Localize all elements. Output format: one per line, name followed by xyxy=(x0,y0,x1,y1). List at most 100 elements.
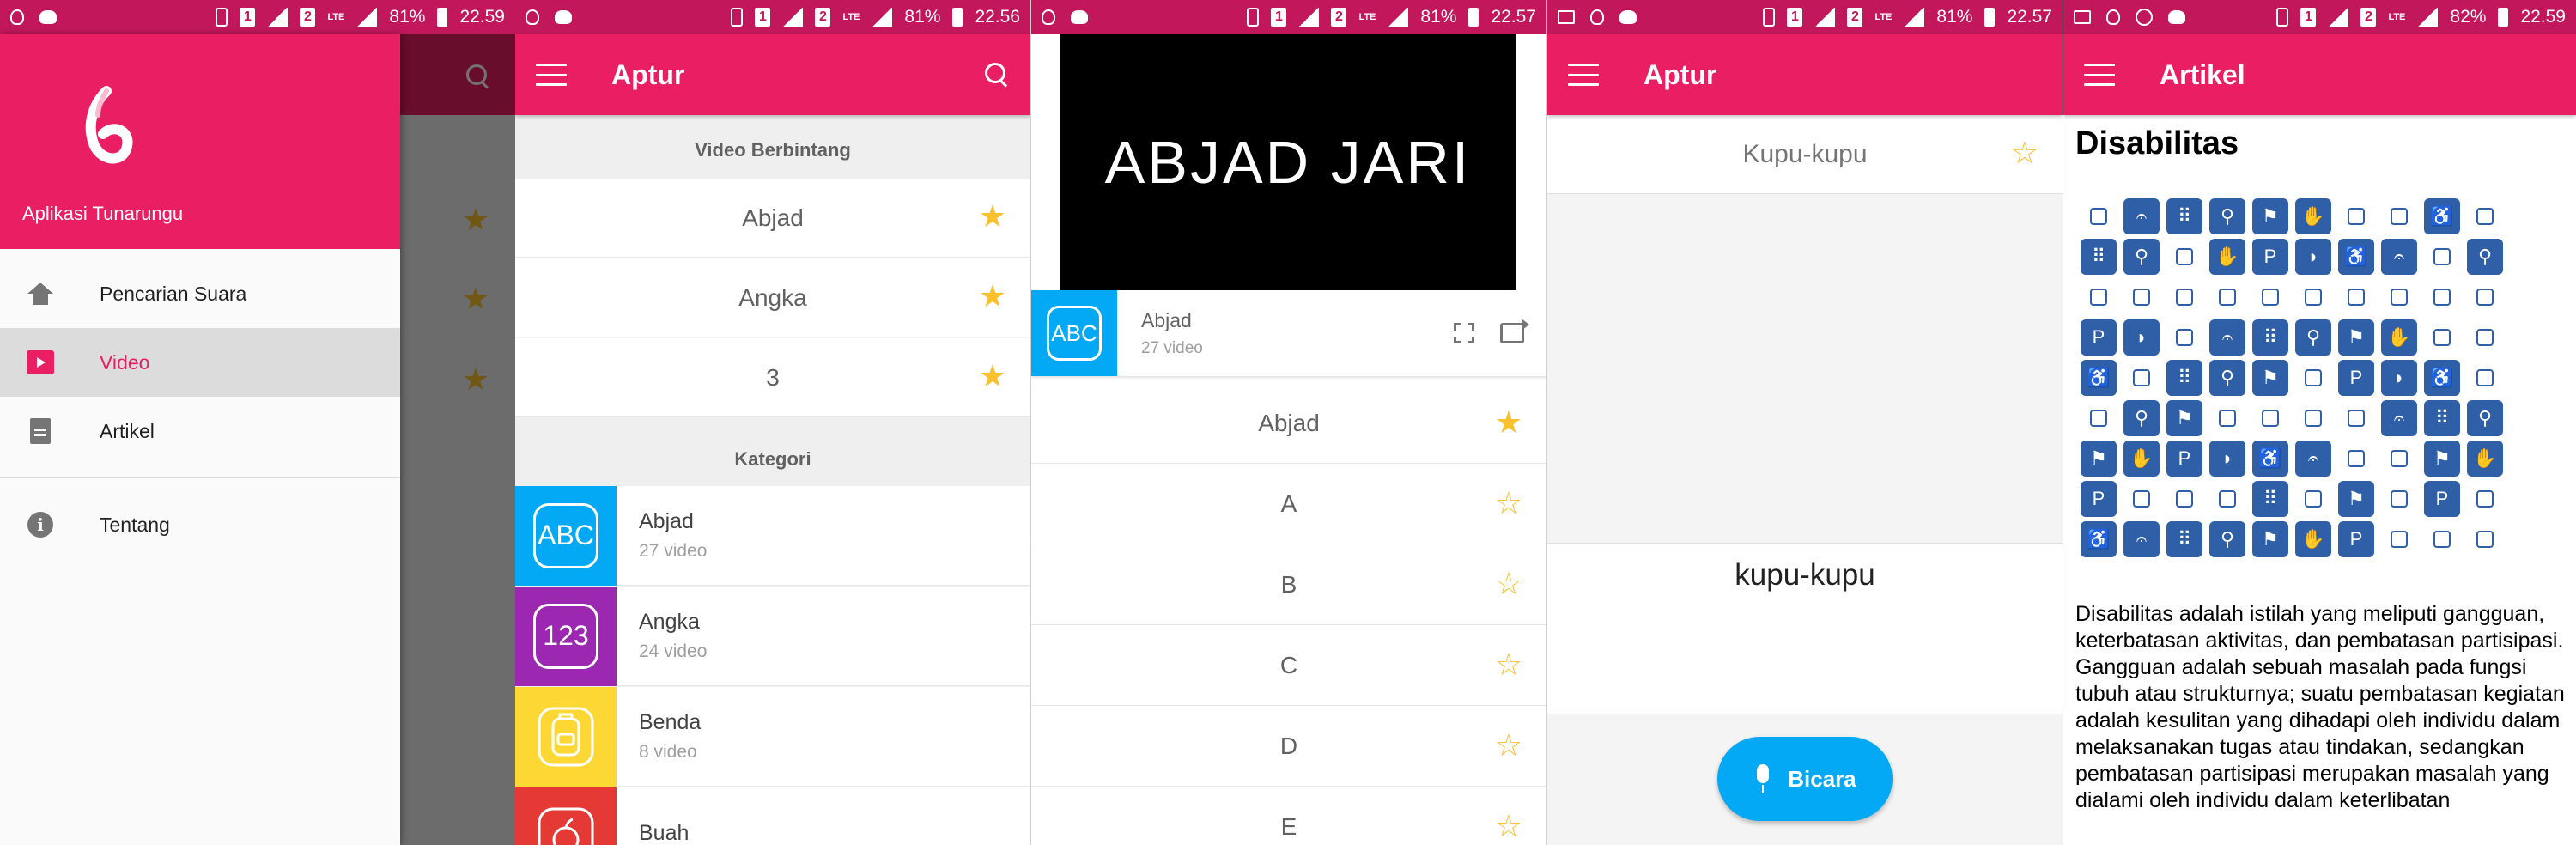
drawer-item-article[interactable]: Artikel xyxy=(0,397,400,465)
blind-icon: ⚲ xyxy=(2123,399,2160,436)
symbol-cell: ⚑ xyxy=(2421,438,2464,478)
category-thumb xyxy=(515,787,617,845)
category-thumb: 123 xyxy=(515,586,617,686)
bulb-icon xyxy=(1042,9,1055,25)
screen-drawer: 1 2 LTE 81% 22.59 ★ ★ ★ Aplikasi Tunarun… xyxy=(0,0,515,845)
repeat-icon[interactable] xyxy=(1500,319,1529,343)
video-player[interactable]: ABJAD JARI xyxy=(1060,34,1516,290)
star-outline-icon[interactable]: ☆ xyxy=(2011,137,2038,168)
category-row[interactable]: 123 Angka 24 video xyxy=(515,586,1030,686)
star-outline-icon[interactable]: ☆ xyxy=(1495,568,1522,599)
category-row[interactable]: ABC Abjad 27 video xyxy=(515,485,1030,586)
empty-cell xyxy=(2464,519,2506,559)
empty-cell xyxy=(2206,398,2249,438)
search-icon[interactable] xyxy=(984,62,1010,88)
favorite-row[interactable]: Abjad ★ xyxy=(515,179,1030,258)
info-icon: i xyxy=(27,512,53,538)
empty-box-icon xyxy=(2476,489,2494,508)
symbol-cell: 𝄐 xyxy=(2206,317,2249,357)
list-item[interactable]: A ☆ xyxy=(1031,464,1546,544)
vibrate-icon xyxy=(731,8,744,27)
symbol-cell: ⚑ xyxy=(2249,519,2292,559)
star-outline-icon[interactable]: ☆ xyxy=(1495,811,1522,842)
speak-button[interactable]: Bicara xyxy=(1717,737,1893,821)
screen-player: 1 2 LTE 81% 22.57 ABJAD JARI ABC Abjad 27… xyxy=(1031,0,1546,845)
list-item[interactable]: B ☆ xyxy=(1031,544,1546,625)
star-icon[interactable]: ★ xyxy=(979,201,1006,232)
braille-icon: ⠿ xyxy=(2252,319,2288,356)
empty-box-icon xyxy=(2391,288,2408,306)
battery-percent: 81% xyxy=(389,7,426,27)
bulb-icon xyxy=(1590,9,1604,25)
drawer-item-about[interactable]: i Tentang xyxy=(0,490,400,559)
list-item[interactable]: Abjad ★ xyxy=(1031,383,1546,464)
empty-box-icon xyxy=(2090,207,2107,225)
guide-dog-icon: ⚑ xyxy=(2252,359,2288,396)
status-bar: 1 2 LTE 82% 22.59 xyxy=(2063,0,2576,34)
symbol-cell: ⚑ xyxy=(2077,438,2120,478)
star-icon[interactable]: ★ xyxy=(979,281,1006,312)
drawer-item-label: Video xyxy=(100,350,150,374)
empty-cell xyxy=(2163,277,2206,317)
symbol-cell: ⚑ xyxy=(2163,398,2206,438)
symbol-cell: ⠿ xyxy=(2163,519,2206,559)
parking-icon: P xyxy=(2252,238,2288,275)
status-bar: 1 2 LTE 81% 22.59 xyxy=(0,0,515,34)
sign-language-icon: ✋ xyxy=(2295,198,2331,234)
list-item[interactable]: E ☆ xyxy=(1031,787,1546,845)
clock: 22.59 xyxy=(459,7,505,27)
blind-icon: ⚲ xyxy=(2209,198,2245,234)
menu-icon[interactable] xyxy=(1568,64,1599,86)
empty-cell xyxy=(2421,519,2464,559)
sign-language-icon: ✋ xyxy=(2295,520,2331,557)
symbol-cell: ♿ xyxy=(2077,519,2120,559)
empty-cell xyxy=(2120,478,2163,519)
empty-box-icon xyxy=(2391,489,2408,508)
status-bar: 1 2 LTE 81% 22.57 xyxy=(1547,0,2063,34)
deaf-icon: 𝄐 xyxy=(2123,198,2160,234)
star-icon[interactable]: ★ xyxy=(979,361,1006,392)
category-count: 8 video xyxy=(639,742,697,762)
search-result-label: Kupu-kupu xyxy=(1742,139,1868,168)
sim1-badge: 1 xyxy=(2300,8,2317,27)
category-name: Buah xyxy=(639,821,690,845)
menu-icon[interactable] xyxy=(536,64,567,86)
list-item[interactable]: D ☆ xyxy=(1031,706,1546,787)
clock: 22.57 xyxy=(2007,7,2052,27)
empty-cell xyxy=(2378,277,2421,317)
search-result-row[interactable]: Kupu-kupu ☆ xyxy=(1547,115,2063,194)
signal-icon xyxy=(1388,8,1409,27)
empty-box-icon xyxy=(2476,328,2494,346)
empty-cell xyxy=(2464,196,2506,236)
fullscreen-icon[interactable] xyxy=(1453,322,1477,346)
battery-icon xyxy=(1468,8,1479,27)
menu-icon[interactable] xyxy=(2084,64,2115,86)
drawer-item-voice-search[interactable]: Pencarian Suara xyxy=(0,259,400,328)
symbol-cell: ♿ xyxy=(2077,357,2120,398)
braille-icon: ⠿ xyxy=(2252,480,2288,517)
star-outline-icon[interactable]: ☆ xyxy=(1495,488,1522,519)
image-icon xyxy=(1558,10,1575,24)
star-icon[interactable]: ★ xyxy=(1495,407,1522,438)
category-row[interactable]: Benda 8 video xyxy=(515,686,1030,787)
symbol-cell: ◗ xyxy=(2378,357,2421,398)
android-icon xyxy=(555,10,572,24)
star-outline-icon[interactable]: ☆ xyxy=(1495,649,1522,680)
drawer-item-video[interactable]: Video xyxy=(0,328,400,397)
star-outline-icon[interactable]: ☆ xyxy=(1495,730,1522,761)
list-item[interactable]: C ☆ xyxy=(1031,625,1546,706)
favorite-row[interactable]: Angka ★ xyxy=(515,258,1030,337)
symbol-cell: 𝄐 xyxy=(2378,236,2421,277)
category-row[interactable]: Buah xyxy=(515,787,1030,845)
sim2-badge: 2 xyxy=(1331,8,1347,27)
empty-cell xyxy=(2421,277,2464,317)
favorite-row[interactable]: 3 ★ xyxy=(515,338,1030,417)
blind-icon: ⚲ xyxy=(2123,238,2160,275)
guide-dog-icon: ⚑ xyxy=(2338,480,2374,517)
backpack-icon xyxy=(538,707,594,766)
empty-box-icon xyxy=(2262,409,2279,427)
sim1-badge: 1 xyxy=(1271,8,1287,27)
guide-dog-icon: ⚑ xyxy=(2252,198,2288,234)
symbol-cell: ⠿ xyxy=(2163,196,2206,236)
symbol-cell: P xyxy=(2077,478,2120,519)
